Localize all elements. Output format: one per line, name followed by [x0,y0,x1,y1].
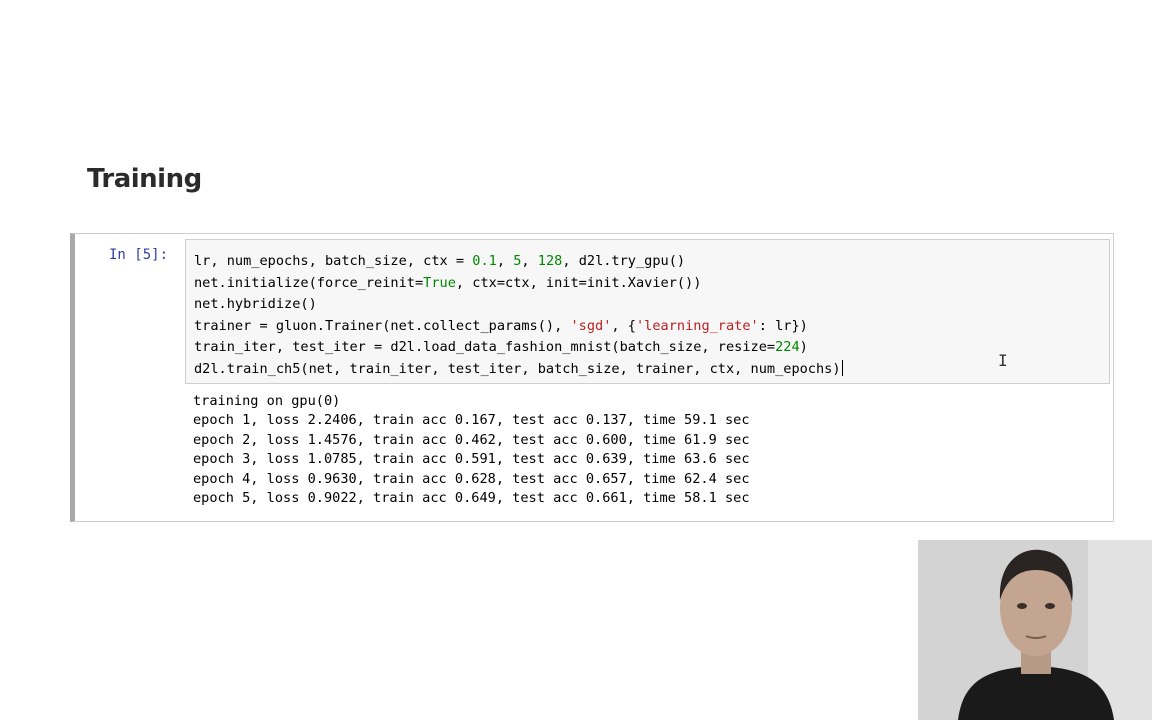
presenter-silhouette [918,540,1152,720]
output-line: epoch 3, loss 1.0785, train acc 0.591, t… [193,451,750,468]
output-line: epoch 5, loss 0.9022, train acc 0.649, t… [193,490,750,507]
notebook-code-cell[interactable]: In [5]: lr, num_epochs, batch_size, ctx … [70,233,1114,522]
output-line: epoch 1, loss 2.2406, train acc 0.167, t… [193,412,750,429]
code-input-area[interactable]: lr, num_epochs, batch_size, ctx = 0.1, 5… [185,239,1110,384]
output-line: epoch 4, loss 0.9630, train acc 0.628, t… [193,470,750,487]
code-line[interactable]: net.initialize(force_reinit=True, ctx=ct… [194,273,843,295]
code-line[interactable]: lr, num_epochs, batch_size, ctx = 0.1, 5… [194,251,843,273]
output-line: training on gpu(0) [193,393,341,409]
code-line[interactable]: train_iter, test_iter = d2l.load_data_fa… [194,337,843,359]
slide-title: Training [87,164,202,194]
code-line[interactable]: trainer = gluon.Trainer(net.collect_para… [194,316,843,338]
code-line[interactable]: net.hybridize() [194,294,843,316]
code-block[interactable]: lr, num_epochs, batch_size, ctx = 0.1, 5… [194,251,843,381]
cell-input-prompt: In [5]: [109,247,169,263]
text-cursor-icon: I [998,351,1008,370]
text-caret [841,359,843,376]
presenter-webcam-overlay [918,540,1152,720]
code-line[interactable]: d2l.train_ch5(net, train_iter, test_iter… [194,359,843,381]
cell-output: training on gpu(0) epoch 1, loss 2.2406,… [193,392,750,508]
output-line: epoch 2, loss 1.4576, train acc 0.462, t… [193,431,750,448]
